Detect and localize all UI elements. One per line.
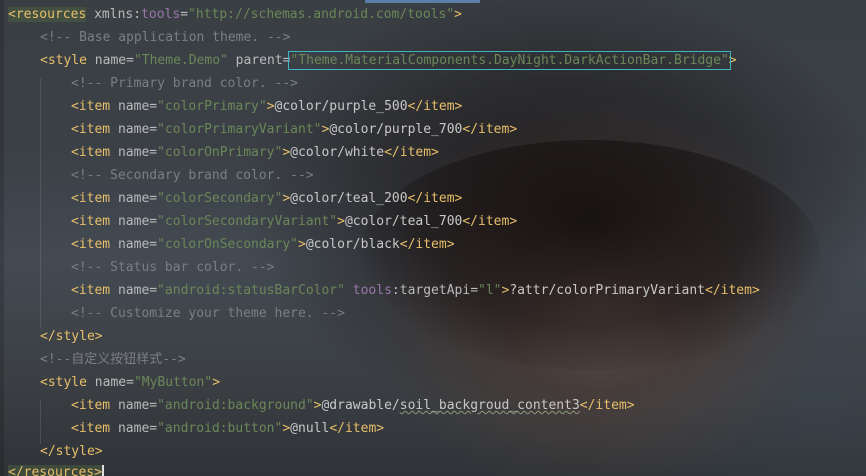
code-line-16[interactable]: <!--自定义按钮样式--> — [40, 350, 186, 370]
text-caret — [101, 464, 104, 476]
code-editor[interactable]: <resources xmlns:tools="http://schemas.a… — [0, 0, 866, 476]
code-line-18[interactable]: <item name="android:background">@drawabl… — [71, 396, 635, 416]
code-line-2[interactable]: <!-- Base application theme. --> — [40, 28, 290, 48]
code-line-12[interactable]: <!-- Status bar color. --> — [71, 258, 275, 278]
code-line-17[interactable]: <style name="MyButton"> — [40, 373, 220, 393]
code-line-13[interactable]: <item name="android:statusBarColor" tool… — [71, 281, 760, 301]
code-line-5[interactable]: <item name="colorPrimary">@color/purple_… — [71, 97, 462, 117]
code-line-11[interactable]: <item name="colorOnSecondary">@color/bla… — [71, 235, 455, 255]
code-line-9[interactable]: <item name="colorSecondary">@color/teal_… — [71, 189, 462, 209]
code-line-15[interactable]: </style> — [40, 327, 103, 347]
code-line-1[interactable]: <resources xmlns:tools="http://schemas.a… — [8, 5, 462, 25]
code-line-14[interactable]: <!-- Customize your theme here. --> — [71, 304, 345, 324]
background-photo-detail — [360, 140, 820, 370]
scroll-marker — [365, 0, 480, 3]
xml-tag: <resources — [8, 7, 87, 22]
code-line-21[interactable]: </resources> — [8, 463, 104, 476]
xml-comment: <!-- Base application theme. --> — [40, 30, 291, 45]
code-line-3[interactable]: <style name="Theme.Demo" parent="Theme.M… — [40, 51, 737, 71]
code-line-19[interactable]: <item name="android:button">@null</item> — [71, 419, 384, 439]
code-line-6[interactable]: <item name="colorPrimaryVariant">@color/… — [71, 120, 517, 140]
highlighted-parent-value[interactable]: "Theme.MaterialComponents.DayNight.DarkA… — [288, 51, 731, 70]
editor-gutter — [0, 0, 4, 476]
indent-guide — [40, 400, 41, 444]
code-line-4[interactable]: <!-- Primary brand color. --> — [71, 74, 298, 94]
code-line-8[interactable]: <!-- Secondary brand color. --> — [71, 166, 314, 186]
code-line-7[interactable]: <item name="colorOnPrimary">@color/white… — [71, 143, 439, 163]
indent-guide — [40, 78, 41, 328]
spellcheck-warning: soil_backgroud_content3 — [399, 398, 580, 413]
code-line-10[interactable]: <item name="colorSecondaryVariant">@colo… — [71, 212, 517, 232]
code-line-20[interactable]: </style> — [40, 442, 103, 462]
